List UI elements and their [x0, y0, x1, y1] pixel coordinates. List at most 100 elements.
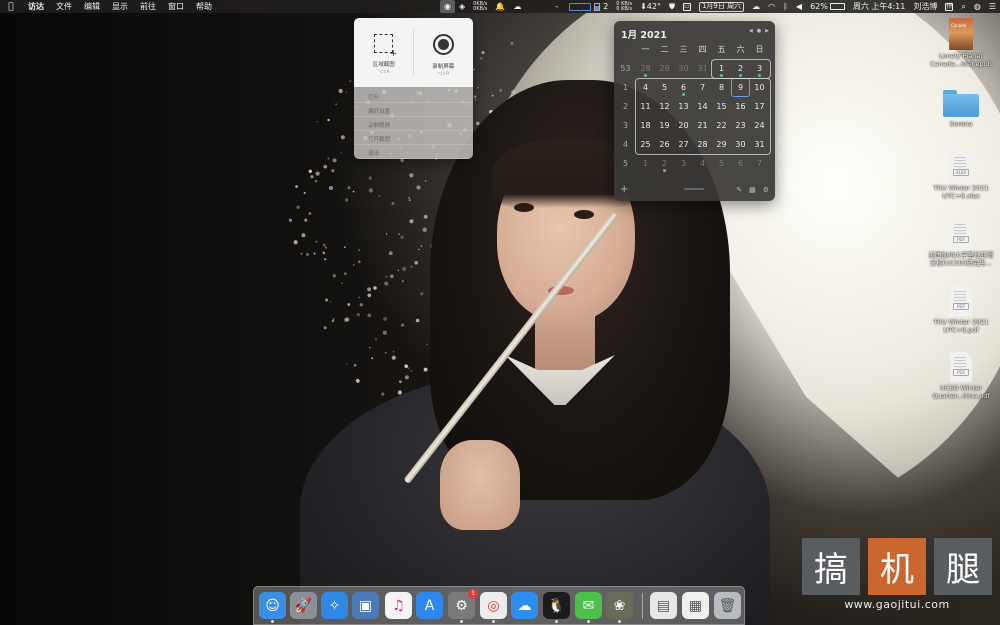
- notification-center-icon[interactable]: ☰: [985, 0, 1000, 13]
- notification-bell-icon[interactable]: 🔔: [491, 0, 509, 13]
- wechat-status-icon[interactable]: ☁: [509, 0, 525, 13]
- wifi-icon[interactable]: ◠: [764, 0, 779, 13]
- calendar-day[interactable]: 13: [674, 97, 693, 116]
- cpu-monitor[interactable]: 2: [562, 0, 612, 13]
- calendar-day[interactable]: 1: [636, 154, 655, 173]
- dock-app-safari[interactable]: ✧: [321, 592, 348, 619]
- calendar-day[interactable]: 30: [674, 59, 693, 78]
- calendar-day[interactable]: 24: [750, 116, 769, 135]
- menu-item-record-video[interactable]: 录制视频: [354, 117, 473, 131]
- shield-icon[interactable]: ⛊: [665, 0, 679, 13]
- dock-app-wechat[interactable]: ✉: [575, 592, 602, 619]
- menu-item-open-capture[interactable]: 打开截图: [354, 131, 473, 145]
- dock-app-photos[interactable]: ❀: [606, 592, 633, 619]
- menu-help[interactable]: 帮助: [190, 1, 218, 12]
- today-dot-icon[interactable]: ●: [757, 28, 761, 34]
- calendar-day[interactable]: 28: [693, 135, 712, 154]
- calendar-day[interactable]: 10: [750, 78, 769, 97]
- desktop-file-folder[interactable]: Serena: [926, 90, 996, 128]
- desktop-file-doc[interactable]: PDF TRU Winter 2021 UTC+8.pdf: [926, 286, 996, 334]
- menu-view[interactable]: 显示: [106, 1, 134, 12]
- dock-app-app-store[interactable]: A: [416, 592, 443, 619]
- clock[interactable]: 周六 上午4:11: [849, 0, 910, 13]
- screenshot-tool-icon[interactable]: ◉: [440, 0, 455, 13]
- menu-app-name[interactable]: 访达: [22, 1, 50, 12]
- settings-gear-icon[interactable]: ⚙: [763, 186, 769, 194]
- dock-app-finder[interactable]: ☺: [259, 592, 286, 619]
- calendar-day[interactable]: 3: [674, 154, 693, 173]
- calendar-day[interactable]: 31: [750, 135, 769, 154]
- dock-app-baidu-netdisk[interactable]: ☁: [511, 592, 538, 619]
- network-speed[interactable]: 0KB/s 0KB/s: [469, 0, 491, 13]
- calendar-icon[interactable]: ▦: [749, 186, 756, 194]
- calendar-day[interactable]: 29: [712, 135, 731, 154]
- dock-app-qq[interactable]: 🐧: [543, 592, 570, 619]
- calendar-day[interactable]: 8: [712, 78, 731, 97]
- calendar-day[interactable]: 6: [731, 154, 750, 173]
- calendar-day[interactable]: 5: [655, 78, 674, 97]
- network-speed-2[interactable]: 0 KB/s 0 KB/s: [612, 0, 636, 13]
- region-capture-button[interactable]: 区域截图 ⌥⇧A: [354, 18, 414, 87]
- calendar-day[interactable]: 29: [655, 59, 674, 78]
- calendar-day[interactable]: 31: [693, 59, 712, 78]
- display-icon[interactable]: ▭: [679, 0, 695, 13]
- menu-file[interactable]: 文件: [50, 1, 78, 12]
- prev-month-icon[interactable]: ◀: [749, 28, 753, 34]
- calendar-day[interactable]: 23: [731, 116, 750, 135]
- calendar-day[interactable]: 19: [655, 116, 674, 135]
- dock-app-system-preferences[interactable]: ⚙ 1: [448, 589, 478, 619]
- calendar-day[interactable]: 30: [731, 135, 750, 154]
- calendar-day[interactable]: 14: [693, 97, 712, 116]
- calendar-day[interactable]: 25: [636, 135, 655, 154]
- calendar-day[interactable]: 18: [636, 116, 655, 135]
- pin-icon[interactable]: ✎: [736, 186, 742, 194]
- calendar-day[interactable]: 22: [712, 116, 731, 135]
- dock-app-preview[interactable]: ▣: [352, 592, 379, 619]
- add-event-icon[interactable]: +: [620, 184, 628, 195]
- desktop-file-doc[interactable]: PDF UCSD Winter Quarter...hina.pdf: [926, 352, 996, 400]
- calendar-day[interactable]: 5: [712, 154, 731, 173]
- calendar-day[interactable]: 7: [750, 154, 769, 173]
- calendar-day[interactable]: 15: [712, 97, 731, 116]
- menu-edit[interactable]: 编辑: [78, 1, 106, 12]
- dock-app-music[interactable]: ♫: [385, 592, 412, 619]
- menu-window[interactable]: 窗口: [162, 1, 190, 12]
- calendar-day[interactable]: 27: [674, 135, 693, 154]
- calendar-day[interactable]: 9: [731, 78, 750, 97]
- record-screen-button[interactable]: 录制屏幕 ⌥⇧R: [414, 18, 474, 87]
- desktop-file-doc[interactable]: PDF 美国加州大学圣地亚哥分校(UCSD)研究生…: [926, 219, 996, 267]
- dock-app-launchpad[interactable]: 🚀: [290, 592, 317, 619]
- resize-handle[interactable]: [684, 188, 704, 190]
- calendar-day[interactable]: 16: [731, 97, 750, 116]
- dock-downloads-stack[interactable]: ▤: [650, 592, 677, 619]
- calendar-day[interactable]: 12: [655, 97, 674, 116]
- calendar-day[interactable]: 17: [750, 97, 769, 116]
- desktop-file-doc[interactable]: XLSX TRU Winter 2021 UTC+8.xlsx: [926, 152, 996, 200]
- calendar-day[interactable]: 7: [693, 78, 712, 97]
- cat-icon[interactable]: ◈: [455, 0, 469, 13]
- calendar-day[interactable]: 4: [636, 78, 655, 97]
- user-name[interactable]: 刘浩博: [909, 0, 941, 13]
- bluetooth-icon[interactable]: ᛒ: [779, 0, 792, 13]
- temperature[interactable]: ⬇ 42°: [636, 0, 665, 13]
- calendar-day[interactable]: 20: [674, 116, 693, 135]
- calendar-day[interactable]: 21: [693, 116, 712, 135]
- menu-item-preferences[interactable]: 偏好设置: [354, 103, 473, 117]
- calendar-day[interactable]: 4: [693, 154, 712, 173]
- cloud-icon[interactable]: ☁: [748, 0, 764, 13]
- desktop-file-book[interactable]: Canada Lonely Planet Canada...ide).epub: [926, 18, 996, 68]
- battery[interactable]: 62%: [806, 0, 849, 13]
- volume-icon[interactable]: ◀: [792, 0, 806, 13]
- dock-app-chrome[interactable]: ◎: [480, 592, 507, 619]
- dock-documents-stack[interactable]: ▦: [682, 592, 709, 619]
- input-method[interactable]: 拼: [941, 0, 957, 13]
- calendar-day[interactable]: 26: [655, 135, 674, 154]
- menu-go[interactable]: 前往: [134, 1, 162, 12]
- spotlight-search-icon[interactable]: ⌕: [957, 0, 969, 13]
- menu-item-quit[interactable]: 退出: [354, 145, 473, 159]
- calendar-day[interactable]: 11: [636, 97, 655, 116]
- menu-item-open[interactable]: 打开: [354, 89, 473, 103]
- siri-icon[interactable]: ◍: [970, 0, 985, 13]
- next-month-icon[interactable]: ▶: [765, 28, 769, 34]
- apple-menu-icon[interactable]: : [0, 2, 22, 12]
